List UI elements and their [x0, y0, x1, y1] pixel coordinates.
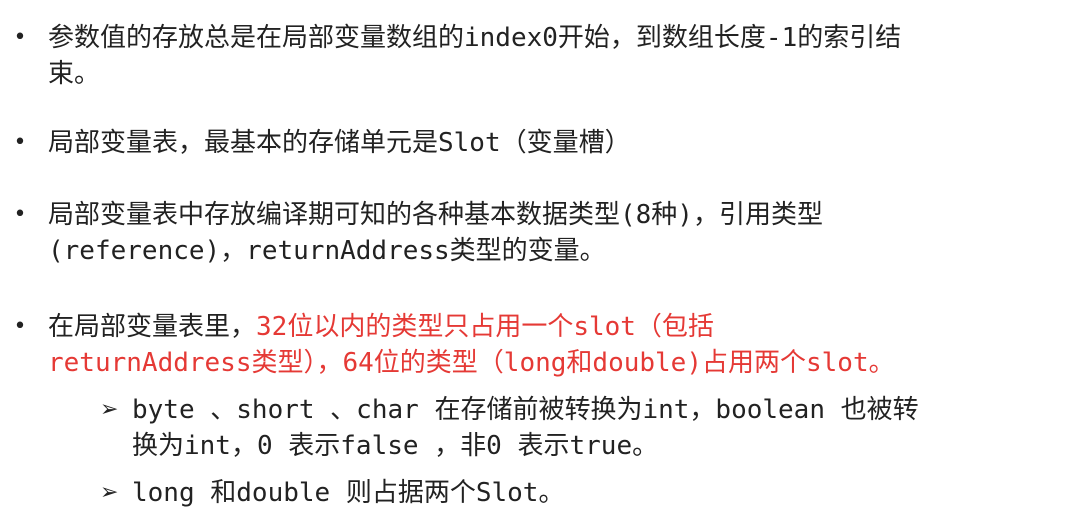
bullet-dot: •	[13, 130, 27, 155]
bullet-dot: •	[13, 202, 27, 227]
bullet-dot: •	[13, 314, 27, 339]
bullet-3-line-1: 局部变量表中存放编译期可知的各种基本数据类型(8种)，引用类型	[48, 200, 823, 230]
bullet-4-red-line-2: returnAddress类型），64位的类型（long和double)占用两个…	[48, 348, 895, 378]
bullet-4-red-line-1: 32位以内的类型只占用一个slot（包括	[256, 312, 714, 342]
sub-bullet-1-line-2: 换为int，0 表示false ，非0 表示true。	[132, 431, 659, 461]
arrow-bullet-icon: ➢	[100, 397, 119, 422]
bullet-1-line-2: 束。	[48, 59, 101, 89]
bullet-4-prefix: 在局部变量表里，	[48, 312, 257, 342]
bullet-dot: •	[13, 25, 27, 50]
slide-content: • 参数值的存放总是在局部变量数组的index0开始，到数组长度-1的索引结 束…	[0, 0, 1070, 520]
bullet-2-line-1: 局部变量表，最基本的存储单元是Slot（变量槽）	[48, 128, 631, 158]
arrow-bullet-icon: ➢	[100, 480, 119, 505]
sub-bullet-2-line-1: long 和double 则占据两个Slot。	[132, 478, 565, 508]
bullet-3-line-2: (reference)，returnAddress类型的变量。	[48, 236, 606, 266]
sub-bullet-1-line-1: byte 、short 、char 在存储前被转换为int，boolean 也被…	[132, 395, 919, 425]
bullet-1-line-1: 参数值的存放总是在局部变量数组的index0开始，到数组长度-1的索引结	[48, 23, 902, 53]
